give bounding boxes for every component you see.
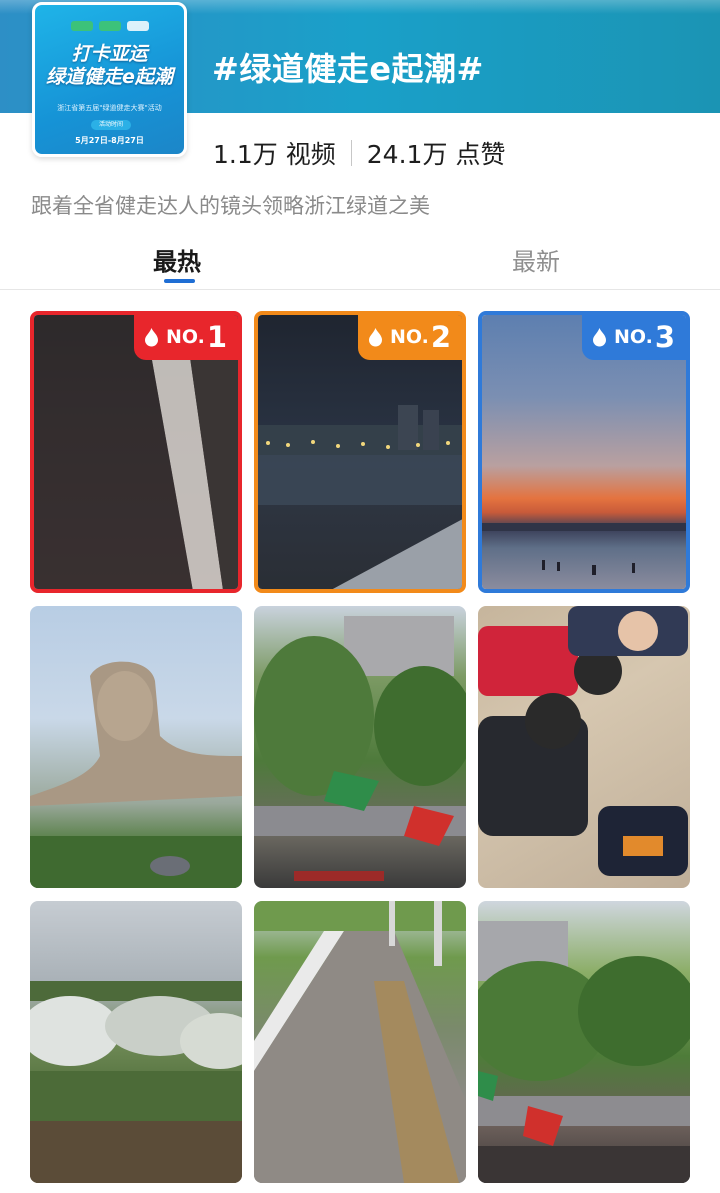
topic-title: #绿道健走e起潮# [212, 50, 484, 88]
rank-prefix: NO. [389, 326, 429, 348]
video-card[interactable] [30, 901, 242, 1183]
video-card-rank-2[interactable]: NO. 2 [254, 311, 466, 593]
cover-title-line: 打卡亚运 [71, 43, 148, 65]
cover-subtitle: 浙江省第五届"绿道健走大赛"活动 [57, 104, 162, 112]
cover-title: 打卡亚运 绿道健走e起潮 [35, 43, 184, 89]
video-thumbnail [254, 901, 466, 1183]
topic-description: 跟着全省健走达人的镜头领略浙江绿道之美 [31, 194, 430, 218]
logo-icon [98, 21, 121, 31]
thumbnail-path-art [254, 901, 466, 1183]
logo-icon [70, 21, 93, 31]
video-card[interactable] [478, 901, 690, 1183]
cover-logos [35, 21, 184, 35]
thumbnail-kids-art [478, 606, 688, 876]
rank-number: 3 [654, 320, 675, 354]
rank-prefix: NO. [613, 326, 653, 348]
rank-prefix: NO. [165, 326, 205, 348]
thumbnail-boat-art [254, 616, 466, 881]
video-thumbnail [30, 606, 242, 888]
video-card[interactable] [254, 606, 466, 888]
video-count-label: 视频 [285, 140, 336, 169]
flame-icon [592, 327, 606, 346]
like-count: 24.1万 [366, 140, 448, 169]
like-count-label: 点赞 [455, 140, 506, 169]
video-card-rank-3[interactable]: NO. 3 [478, 311, 690, 593]
logo-icon [126, 21, 149, 31]
video-count: 1.1万 [213, 140, 278, 169]
rank-number: 2 [430, 320, 451, 354]
sort-tabs: 最热 最新 [0, 232, 720, 290]
video-card-rank-1[interactable]: NO. 1 [30, 311, 242, 593]
topic-cover-image: 打卡亚运 绿道健走e起潮 浙江省第五届"绿道健走大赛"活动 活动时间 5月27日… [32, 2, 187, 157]
video-thumbnail [478, 901, 690, 1183]
cover-title-line: 绿道健走e起潮 [46, 66, 173, 88]
thumbnail-garden-art [30, 981, 242, 1183]
flame-icon [368, 327, 382, 346]
topic-stats: 1.1万 视频 24.1万 点赞 [213, 136, 505, 170]
flame-icon [144, 327, 158, 346]
cover-pill: 活动时间 [91, 120, 131, 130]
video-card[interactable] [30, 606, 242, 888]
cover-dates: 5月27日-8月27日 [75, 136, 144, 145]
rank-badge: NO. 2 [357, 315, 462, 360]
rank-badge: NO. 3 [581, 315, 686, 360]
tab-active-indicator [164, 279, 195, 283]
thumbnail-crowd-art [478, 921, 690, 1183]
tab-latest[interactable]: 最新 [512, 242, 560, 277]
video-card[interactable] [478, 606, 690, 888]
rank-badge: NO. 1 [133, 315, 238, 360]
video-thumbnail [478, 606, 690, 888]
video-card[interactable] [254, 901, 466, 1183]
video-thumbnail [30, 901, 242, 1183]
topic-page: 打卡亚运 绿道健走e起潮 浙江省第五届"绿道健走大赛"活动 活动时间 5月27日… [0, 0, 720, 1193]
stats-divider [350, 140, 352, 166]
rank-number: 1 [206, 320, 227, 354]
tab-hottest[interactable]: 最热 [153, 242, 201, 277]
thumbnail-statue-art [30, 661, 242, 888]
video-thumbnail [254, 606, 466, 888]
